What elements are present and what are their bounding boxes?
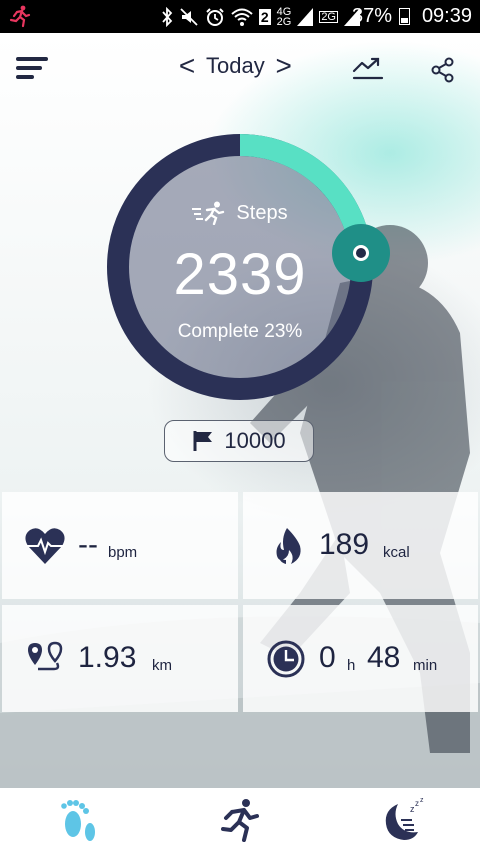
steps-header: Steps — [106, 201, 374, 225]
completion-text: Complete 23% — [177, 321, 303, 342]
steps-label: Steps — [236, 201, 288, 224]
calories-card[interactable]: 189 kcal — [243, 492, 478, 599]
distance-card[interactable]: 1.93 km — [2, 605, 238, 712]
svg-text:z: z — [415, 799, 419, 808]
sleep-tab-icon[interactable]: z z z — [376, 796, 426, 846]
alarm-icon — [206, 8, 224, 26]
date-label: Today — [206, 53, 265, 78]
header: < Today > — [0, 33, 480, 99]
running-icon — [192, 201, 225, 225]
status-icons: 2 4G 2G 2G — [161, 6, 360, 28]
distance-value: 1.93 — [78, 641, 137, 674]
heart-rate-card[interactable]: -- bpm — [2, 492, 238, 599]
goal-button[interactable]: 10000 — [164, 420, 314, 462]
sim-badge: 2 — [258, 9, 271, 25]
route-icon — [28, 641, 63, 671]
clock: 09:39 — [421, 5, 472, 27]
steps-summary: Steps 2339 Complete 23% — [106, 133, 374, 401]
steps-tab-icon[interactable] — [54, 796, 104, 846]
svg-text:z: z — [420, 797, 424, 804]
clock-icon — [267, 640, 305, 678]
calories-unit: kcal — [383, 544, 410, 561]
calories-value: 189 — [319, 528, 370, 561]
duration-hours-unit: h — [347, 657, 356, 674]
bluetooth-icon — [162, 7, 173, 27]
network-type-2: 2G — [319, 11, 338, 23]
next-day-button[interactable]: > — [271, 50, 297, 82]
wifi-icon — [231, 8, 253, 26]
flag-icon — [193, 431, 213, 451]
heart-rate-value: -- — [78, 528, 98, 561]
goal-value: 10000 — [224, 428, 286, 453]
signal-icon-1 — [297, 8, 314, 26]
battery-icon — [399, 8, 410, 25]
heart-rate-icon — [25, 528, 65, 564]
battery-percent: 37% — [351, 5, 392, 27]
prev-day-button[interactable]: < — [174, 50, 200, 82]
network-type: 4G 2G — [276, 6, 292, 28]
distance-unit: km — [152, 657, 172, 674]
share-icon[interactable] — [430, 57, 456, 83]
activity-tab-icon[interactable] — [216, 796, 266, 846]
duration-minutes-unit: min — [413, 657, 438, 674]
menu-icon[interactable] — [16, 57, 48, 79]
flame-icon — [276, 528, 301, 564]
trend-chart-icon[interactable] — [352, 55, 384, 81]
duration-card[interactable]: 0 h 48 min — [243, 605, 478, 712]
running-app-icon — [9, 5, 31, 28]
progress-knob — [332, 224, 390, 282]
status-bar: 2 4G 2G 2G 37% 09:39 — [0, 0, 480, 33]
bottom-navigation: z z z — [0, 788, 480, 853]
heart-rate-unit: bpm — [108, 544, 138, 561]
duration-hours: 0 — [319, 641, 336, 674]
duration-minutes: 48 — [367, 641, 401, 674]
mute-icon — [180, 8, 198, 26]
date-navigator: < Today > — [174, 49, 297, 83]
